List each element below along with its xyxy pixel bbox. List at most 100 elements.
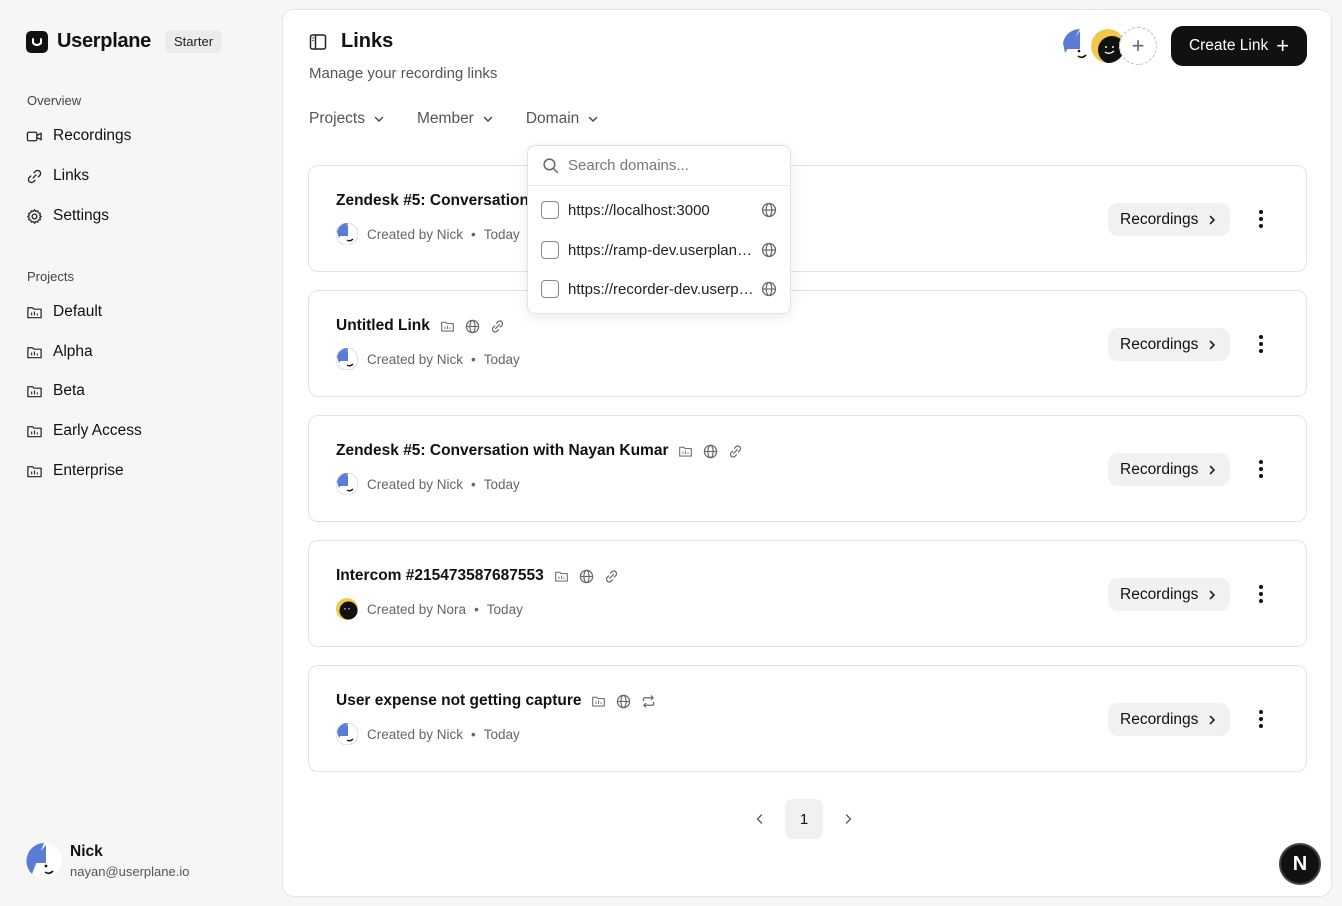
chevron-right-icon [1210, 590, 1216, 599]
sidebar: Userplane Starter Overview Recordings Li… [0, 0, 282, 906]
domain-option[interactable]: https://recorder-dev.userplane.io [541, 277, 781, 301]
sidebar-item-recordings[interactable]: Recordings [26, 125, 131, 147]
link-title: User expense not getting capture [336, 692, 582, 709]
avatar [336, 723, 358, 745]
link-date: Today [483, 351, 520, 367]
avatar [336, 348, 358, 370]
globe-icon [579, 569, 594, 584]
domain-checkbox[interactable] [541, 280, 559, 298]
recordings-button[interactable]: Recordings [1108, 578, 1231, 611]
userplane-logo-icon [26, 30, 48, 53]
project-folder-icon [27, 346, 42, 358]
pagination: 1 [753, 799, 855, 839]
link-title: Zendesk #5: Conversation with Nayan Kuma… [336, 442, 669, 459]
more-options-icon[interactable] [1253, 332, 1269, 356]
page-title: Links [341, 30, 394, 52]
separator-dot: • [471, 476, 476, 492]
domain-option-label: https://localhost:3000 [568, 201, 710, 219]
chevron-right-icon[interactable] [841, 812, 855, 826]
filter-label: Member [417, 110, 474, 127]
link-card[interactable]: Untitled Link Created by Nick • Today Re… [308, 290, 1307, 397]
video-icon [26, 131, 42, 141]
user-menu[interactable]: Nick nayan@userplane.io [26, 843, 189, 879]
filter-domain[interactable]: Domain [526, 110, 599, 128]
member-avatars[interactable]: + [1059, 27, 1157, 65]
separator-dot: • [471, 226, 476, 242]
project-folder-icon [554, 569, 569, 584]
more-options-icon[interactable] [1253, 707, 1269, 731]
page-button-current[interactable]: 1 [785, 799, 823, 839]
chevron-right-icon [1210, 465, 1216, 474]
domain-checkbox[interactable] [541, 201, 559, 219]
project-folder-icon [27, 465, 42, 477]
sidebar-item-beta[interactable]: Beta [26, 380, 85, 402]
avatar [26, 843, 62, 879]
filter-projects[interactable]: Projects [309, 110, 385, 128]
link-date: Today [486, 601, 523, 617]
sidebar-item-label: Settings [53, 207, 110, 224]
filter-member[interactable]: Member [417, 110, 494, 128]
page-subtitle: Manage your recording links [309, 65, 498, 82]
recordings-button[interactable]: Recordings [1108, 328, 1231, 361]
recordings-button[interactable]: Recordings [1108, 703, 1231, 736]
recordings-button-label: Recordings [1120, 460, 1199, 478]
domain-search [528, 146, 790, 186]
link-icon [27, 169, 42, 183]
chevron-right-icon [1210, 215, 1216, 224]
separator-dot: • [471, 726, 476, 742]
sidebar-item-alpha[interactable]: Alpha [26, 341, 93, 363]
domain-filter-dropdown: https://localhost:3000 https://ramp-dev.… [527, 145, 791, 314]
recordings-button[interactable]: Recordings [1108, 453, 1231, 486]
link-icon [728, 444, 743, 459]
link-card[interactable]: User expense not getting capture Created… [308, 665, 1307, 772]
domain-search-input[interactable] [568, 157, 768, 174]
link-creator: Created by Nora [367, 601, 467, 617]
brand[interactable]: Userplane Starter [26, 30, 223, 53]
project-folder-icon [27, 306, 42, 318]
create-link-button[interactable]: Create Link + [1171, 26, 1307, 66]
link-date: Today [483, 726, 520, 742]
separator-dot: • [471, 351, 476, 367]
more-options-icon[interactable] [1253, 582, 1269, 606]
chevron-left-icon[interactable] [753, 812, 767, 826]
create-link-label: Create Link [1188, 37, 1269, 54]
globe-icon [703, 444, 718, 459]
chevron-right-icon [1210, 340, 1216, 349]
sidebar-item-enterprise[interactable]: Enterprise [26, 460, 124, 482]
plus-icon: + [1131, 33, 1145, 58]
filter-label: Domain [525, 110, 580, 127]
recordings-button-label: Recordings [1120, 710, 1199, 728]
project-folder-icon [440, 319, 455, 334]
repeat-icon [641, 694, 656, 709]
dev-tools-badge[interactable]: N [1279, 843, 1321, 885]
more-options-icon[interactable] [1253, 457, 1269, 481]
user-email: nayan@userplane.io [70, 864, 190, 879]
link-icon [604, 569, 619, 584]
avatar [336, 598, 358, 620]
sidebar-item-early-access[interactable]: Early Access [26, 420, 142, 442]
separator-dot: • [474, 601, 479, 617]
sidebar-item-links[interactable]: Links [26, 165, 89, 187]
globe-icon [761, 202, 777, 218]
link-creator: Created by Nick [367, 726, 464, 742]
link-card[interactable]: Zendesk #5: Conversation with Nayan Kuma… [308, 415, 1307, 522]
domain-checkbox[interactable] [541, 241, 559, 259]
sidebar-item-settings[interactable]: Settings [26, 205, 109, 227]
project-folder-icon [591, 694, 606, 709]
recordings-button[interactable]: Recordings [1108, 203, 1231, 236]
sidebar-toggle-icon[interactable] [309, 33, 327, 51]
brand-name: Userplane [57, 30, 152, 52]
filter-bar: Projects Member Domain [309, 110, 631, 128]
link-icon [490, 319, 505, 334]
more-options-icon[interactable] [1253, 207, 1269, 231]
sidebar-item-label: Early Access [53, 422, 142, 439]
sidebar-item-default[interactable]: Default [26, 301, 102, 323]
link-card[interactable]: Zendesk #5: Conversation with Nayan Kuma… [308, 165, 1307, 272]
filter-label: Projects [309, 110, 365, 127]
domain-option[interactable]: https://localhost:3000 [541, 198, 781, 222]
add-member-button[interactable]: + [1119, 27, 1157, 65]
domain-option[interactable]: https://ramp-dev.userplane.io [541, 238, 781, 262]
link-card[interactable]: Intercom #215473587687553 Created by Nor… [308, 540, 1307, 647]
sidebar-item-label: Beta [53, 382, 85, 399]
recordings-button-label: Recordings [1120, 335, 1199, 353]
